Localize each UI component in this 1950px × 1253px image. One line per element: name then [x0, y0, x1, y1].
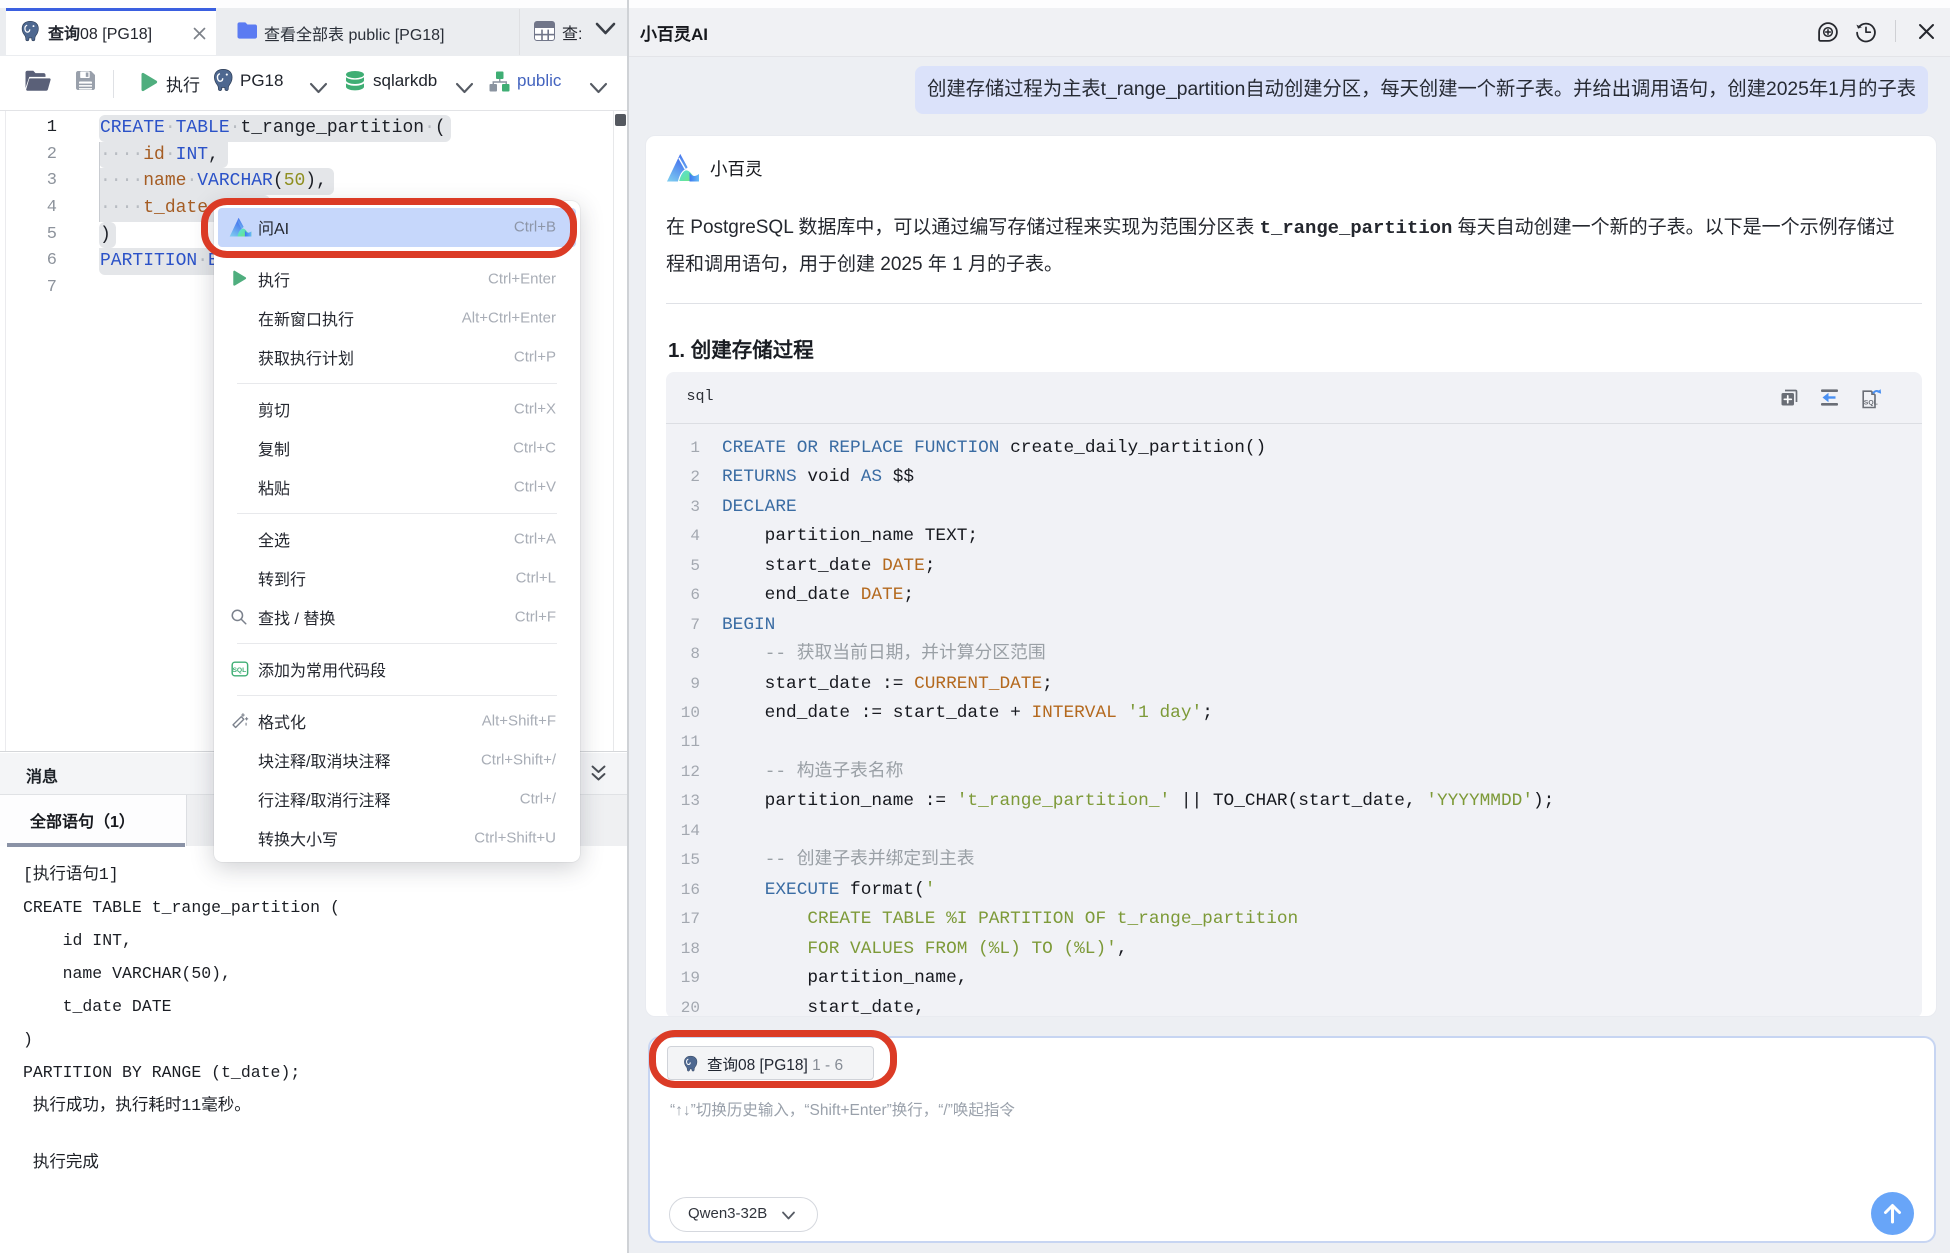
svg-text:SQL: SQL [1864, 400, 1878, 407]
svg-text:SQL: SQL [232, 667, 246, 674]
